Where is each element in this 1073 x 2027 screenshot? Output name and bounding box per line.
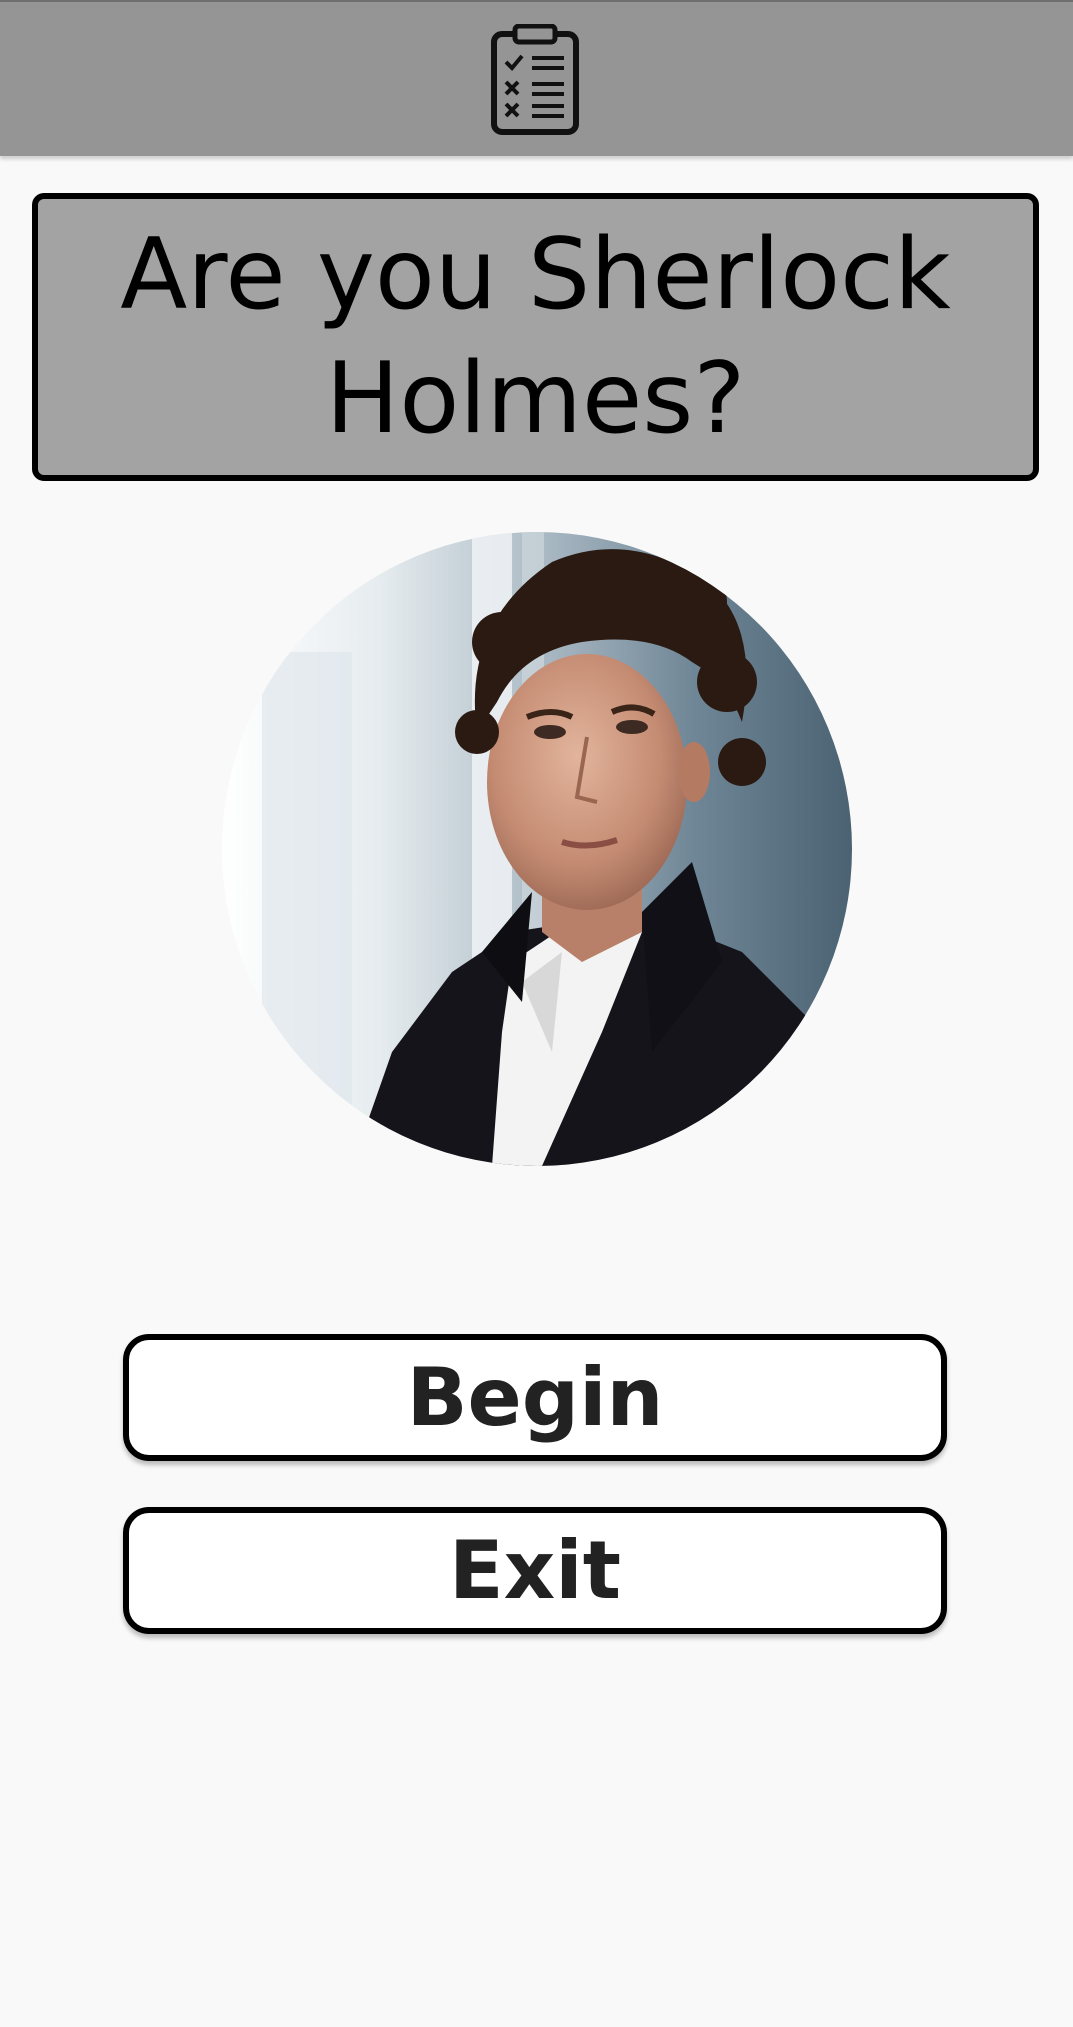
begin-button-label: Begin <box>406 1351 664 1444</box>
app-screen: Are you Sherlock Holmes? Begin Exit <box>0 0 1073 2027</box>
clipboard-checklist-icon <box>491 24 579 135</box>
question-text: Are you Sherlock Holmes? <box>120 218 951 456</box>
question-box: Are you Sherlock Holmes? <box>32 193 1039 481</box>
app-bar <box>0 0 1073 156</box>
begin-button[interactable]: Begin <box>123 1334 947 1461</box>
exit-button-label: Exit <box>449 1524 621 1617</box>
exit-button[interactable]: Exit <box>123 1507 947 1634</box>
character-portrait <box>222 532 852 1166</box>
